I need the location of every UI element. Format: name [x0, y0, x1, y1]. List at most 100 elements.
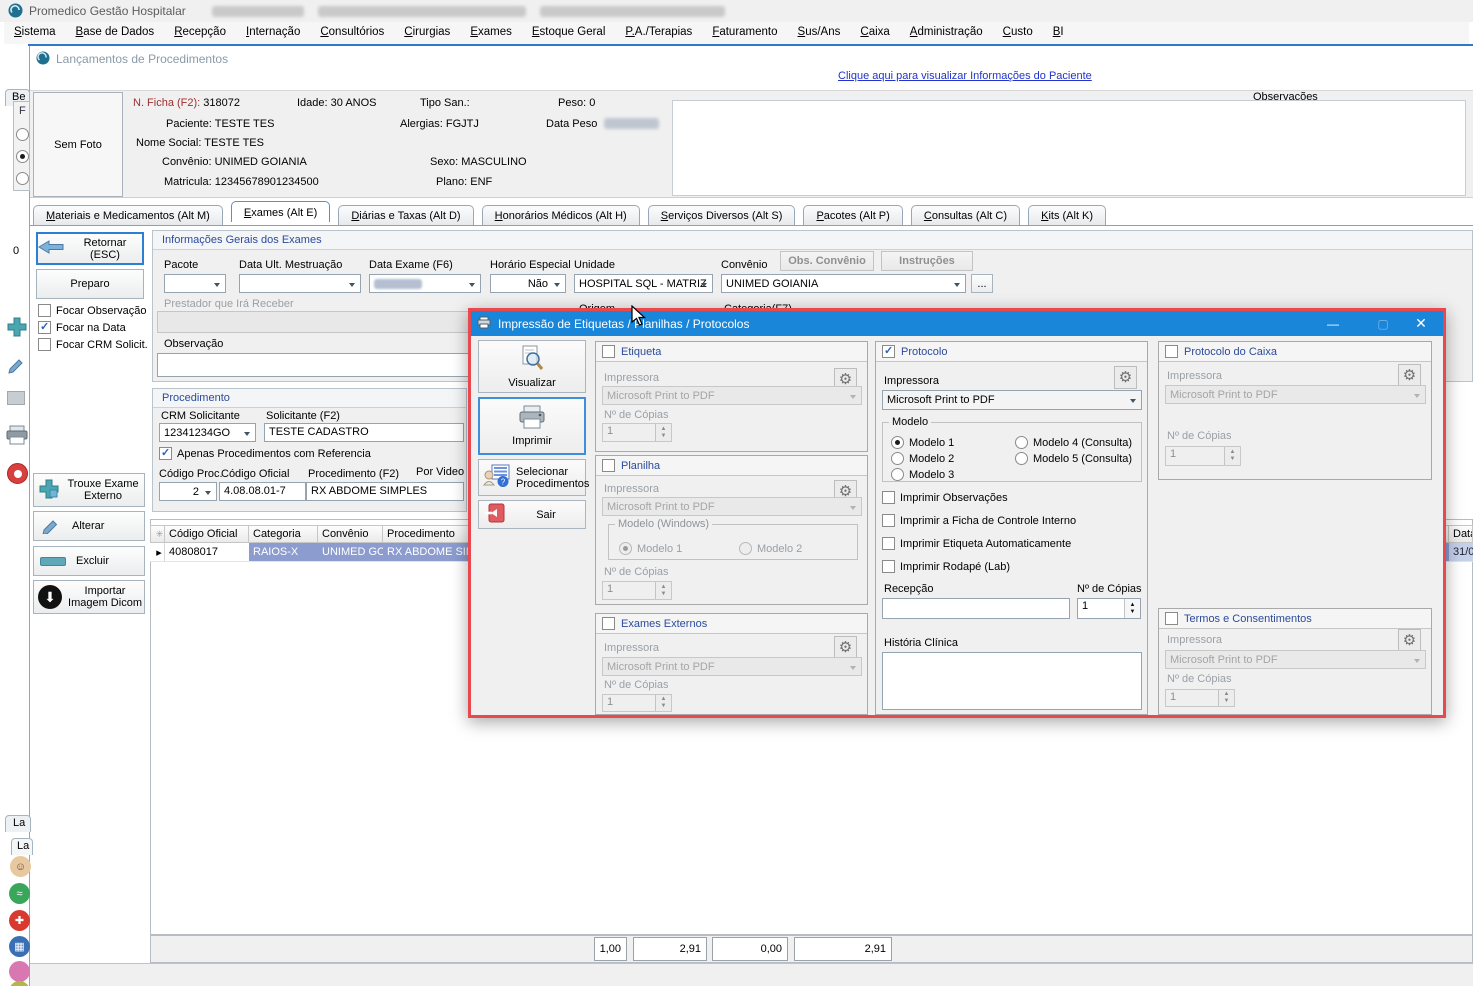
- planilha-modelo1-radio[interactable]: Modelo 1: [619, 542, 682, 555]
- termos-checkbox[interactable]: [1165, 612, 1178, 625]
- recepcao-input[interactable]: [882, 598, 1070, 619]
- checkbox-box[interactable]: [38, 304, 51, 317]
- radio-selected[interactable]: [891, 436, 904, 449]
- cell-codigo-oficial[interactable]: 40808017: [165, 543, 249, 562]
- menu-administracao[interactable]: Administração: [900, 22, 993, 44]
- trouxe-exame-externo-button[interactable]: Trouxe Exame Externo: [33, 473, 145, 507]
- imprimir-ficha-checkbox[interactable]: Imprimir a Ficha de Controle Interno: [882, 514, 1076, 527]
- close-button[interactable]: ✕: [1399, 311, 1443, 336]
- checkbox-box[interactable]: [882, 560, 895, 573]
- crm-solicitante-dropdown[interactable]: 12341234GO: [159, 423, 256, 442]
- excluir-button[interactable]: Excluir: [33, 546, 145, 576]
- apenas-referencia-checkbox[interactable]: Apenas Procedimentos com Referencia: [159, 447, 371, 460]
- historia-clinica-textarea[interactable]: [882, 652, 1142, 710]
- planilha-modelo2-radio[interactable]: Modelo 2: [739, 542, 802, 555]
- ecg-icon[interactable]: ≈: [9, 883, 30, 904]
- radio-selected[interactable]: [619, 542, 632, 555]
- sair-button[interactable]: Sair: [478, 500, 586, 529]
- obs-convenio-button[interactable]: Obs. Convênio: [780, 251, 874, 271]
- planilha-checkbox[interactable]: [602, 459, 615, 472]
- protocolo-modelo4-radio[interactable]: Modelo 4 (Consulta): [1015, 436, 1132, 449]
- alterar-button[interactable]: Alterar: [33, 511, 145, 541]
- imprimir-etiqueta-auto-checkbox[interactable]: Imprimir Etiqueta Automaticamente: [882, 537, 1071, 550]
- imprimir-observacoes-checkbox[interactable]: Imprimir Observações: [882, 491, 1008, 504]
- checkbox-box[interactable]: [882, 491, 895, 504]
- radio-unselected[interactable]: [891, 452, 904, 465]
- protocolo-modelo3-radio[interactable]: Modelo 3: [891, 468, 954, 481]
- tab-servicos[interactable]: Serviços Diversos (Alt S): [648, 205, 796, 225]
- codigo-oficial-input[interactable]: 4.08.08.01-7: [219, 482, 306, 501]
- menu-internacao[interactable]: Internação: [236, 22, 310, 44]
- radio-unselected[interactable]: [891, 468, 904, 481]
- menu-estoque-geral[interactable]: Estoque Geral: [522, 22, 616, 44]
- horario-especial-dropdown[interactable]: Não: [490, 274, 566, 293]
- tab-pacotes[interactable]: Pacotes (Alt P): [803, 205, 902, 225]
- retornar-button[interactable]: Retornar (ESC): [36, 232, 144, 265]
- convenio-dropdown[interactable]: UNIMED GOIANIA: [721, 274, 966, 293]
- radio-fragment-selected[interactable]: [16, 150, 29, 163]
- minimize-button[interactable]: —: [1311, 311, 1355, 336]
- radio-fragment[interactable]: [16, 172, 29, 185]
- imprimir-rodape-checkbox[interactable]: Imprimir Rodapé (Lab): [882, 560, 1010, 573]
- focar-observacao-checkbox[interactable]: Focar Observação: [38, 304, 146, 317]
- termos-settings-button[interactable]: ⚙: [1398, 629, 1421, 652]
- focar-na-data-checkbox[interactable]: Focar na Data: [38, 321, 126, 334]
- tab-exames[interactable]: Exames (Alt E): [231, 201, 330, 222]
- dialog-titlebar[interactable]: Impressão de Etiquetas / Planilhas / Pro…: [471, 311, 1443, 336]
- column-header-data[interactable]: Data: [1449, 525, 1473, 543]
- radio-unselected[interactable]: [1015, 436, 1028, 449]
- imprimir-button[interactable]: Imprimir: [478, 397, 586, 455]
- observacoes-box[interactable]: [672, 100, 1466, 196]
- etiqueta-checkbox[interactable]: [602, 345, 615, 358]
- radio-unselected[interactable]: [739, 542, 752, 555]
- protocolo-caixa-settings-button[interactable]: ⚙: [1398, 364, 1421, 387]
- preparo-button[interactable]: Preparo: [36, 269, 144, 299]
- grid-icon[interactable]: ▦: [9, 936, 30, 957]
- doctor-icon[interactable]: ☺: [10, 856, 31, 877]
- solicitante-input[interactable]: TESTE CADASTRO: [264, 423, 464, 442]
- cell-categoria[interactable]: RAIOS-X: [249, 543, 318, 562]
- focar-crm-checkbox[interactable]: Focar CRM Solicit.: [38, 338, 148, 351]
- menu-cirurgias[interactable]: Cirurgias: [394, 22, 460, 44]
- menu-consultorios[interactable]: Consultórios: [310, 22, 394, 44]
- checkbox-box[interactable]: [882, 537, 895, 550]
- pacote-dropdown[interactable]: [164, 274, 226, 293]
- menu-sus-ans[interactable]: Sus/Ans: [788, 22, 851, 44]
- checkbox-box-checked[interactable]: [38, 321, 51, 334]
- checkbox-box[interactable]: [882, 514, 895, 527]
- instrucoes-button[interactable]: Instruções: [881, 251, 973, 271]
- importar-imagem-dicom-button[interactable]: ⬇ Importar Imagem Dicom: [33, 580, 145, 614]
- star-icon[interactable]: ★: [9, 981, 30, 986]
- column-header-codigo-oficial[interactable]: Código Oficial: [165, 525, 249, 543]
- cell-data[interactable]: 31/0: [1449, 543, 1473, 562]
- background-tab-fragment[interactable]: La: [5, 815, 31, 832]
- protocolo-checkbox-checked[interactable]: [882, 345, 895, 358]
- tab-diarias[interactable]: Diárias e Taxas (Alt D): [338, 205, 473, 225]
- tab-materiais[interactable]: Materiais e Medicamentos (Alt M): [33, 205, 223, 225]
- menu-sistema[interactable]: Sistema: [4, 22, 66, 44]
- checkbox-box-checked[interactable]: [159, 447, 172, 460]
- tab-honorarios[interactable]: Honorários Médicos (Alt H): [482, 205, 640, 225]
- exames-externos-settings-button[interactable]: ⚙: [834, 636, 857, 659]
- radio-unselected[interactable]: [1015, 452, 1028, 465]
- menu-custo[interactable]: Custo: [993, 22, 1043, 44]
- background-tab-fragment[interactable]: La: [11, 838, 33, 855]
- data-exame-dropdown[interactable]: [369, 274, 481, 293]
- tab-kits[interactable]: Kits (Alt K): [1028, 205, 1106, 225]
- cell-convenio[interactable]: UNIMED GOI: [318, 543, 383, 562]
- protocolo-modelo1-radio[interactable]: Modelo 1: [891, 436, 954, 449]
- protocolo-settings-button[interactable]: ⚙: [1114, 366, 1137, 389]
- tab-consultas[interactable]: Consultas (Alt C): [911, 205, 1020, 225]
- menu-pa-terapias[interactable]: P.A./Terapias: [615, 22, 702, 44]
- medical-cross-icon[interactable]: ✚: [9, 910, 30, 931]
- unidade-dropdown[interactable]: HOSPITAL SQL - MATRIZ: [574, 274, 713, 293]
- protocolo-modelo5-radio[interactable]: Modelo 5 (Consulta): [1015, 452, 1132, 465]
- spinner-arrows-icon[interactable]: ▲▼: [1124, 599, 1140, 618]
- protocolo-caixa-checkbox[interactable]: [1165, 345, 1178, 358]
- menu-base-de-dados[interactable]: Base de Dados: [66, 22, 165, 44]
- visualizar-button[interactable]: Visualizar: [478, 340, 586, 393]
- menu-faturamento[interactable]: Faturamento: [702, 22, 787, 44]
- menu-bi[interactable]: BI: [1043, 22, 1074, 44]
- row-selector-cell[interactable]: ▸: [150, 543, 165, 562]
- radio-fragment[interactable]: [16, 128, 29, 141]
